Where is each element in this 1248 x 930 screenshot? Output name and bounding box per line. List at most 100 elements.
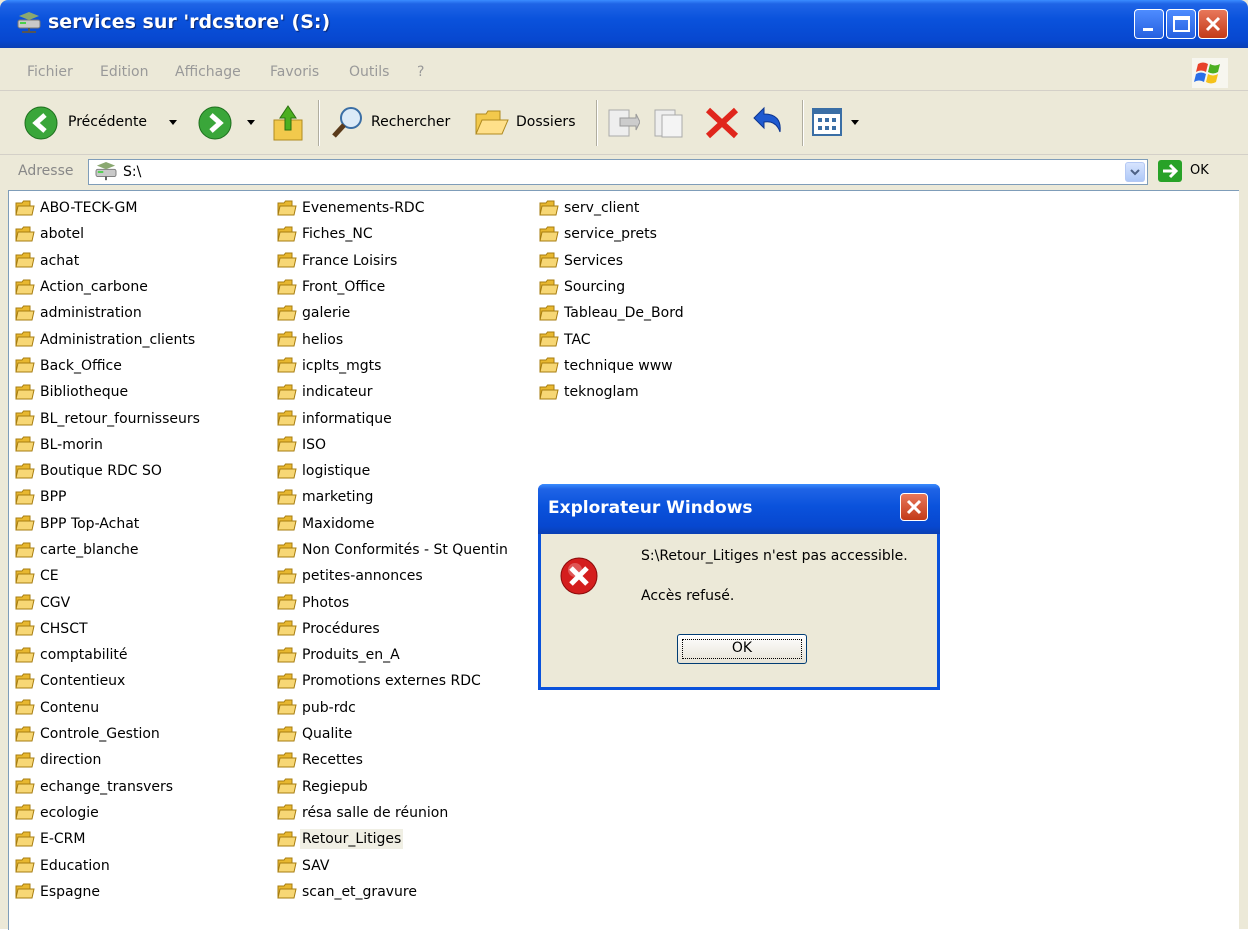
menu-fichier[interactable]: Fichier <box>27 64 73 80</box>
folder-item[interactable]: marketing <box>277 484 510 510</box>
folder-item[interactable]: carte_blanche <box>15 537 202 563</box>
go-button[interactable] <box>1158 160 1182 182</box>
forward-arrow-icon[interactable] <box>198 106 232 140</box>
move-to-icon[interactable] <box>606 106 640 140</box>
folder-item[interactable]: comptabilité <box>15 642 202 668</box>
folder-item[interactable]: Recettes <box>277 747 510 773</box>
folder-item[interactable]: Fiches_NC <box>277 221 510 247</box>
folder-item[interactable]: pub-rdc <box>277 695 510 721</box>
menu-favoris[interactable]: Favoris <box>270 64 319 80</box>
folder-item[interactable]: résa salle de réunion <box>277 800 510 826</box>
folder-item[interactable]: SAV <box>277 852 510 878</box>
delete-icon[interactable] <box>704 106 740 140</box>
folder-icon <box>15 726 35 742</box>
minimize-button[interactable] <box>1134 9 1164 39</box>
dialog-ok-button[interactable]: OK <box>677 634 807 664</box>
explorer-window: services sur 'rdcstore' (S:) Fichier Edi… <box>0 0 1248 930</box>
folder-item[interactable]: petites-annonces <box>277 563 510 589</box>
folder-item[interactable]: BPP Top-Achat <box>15 511 202 537</box>
folder-item[interactable]: Retour_Litiges <box>277 826 510 852</box>
title-bar[interactable]: services sur 'rdcstore' (S:) <box>0 0 1248 48</box>
folder-item[interactable]: E-CRM <box>15 826 202 852</box>
search-icon[interactable] <box>330 104 366 140</box>
folder-item[interactable]: direction <box>15 747 202 773</box>
folder-item[interactable]: Boutique RDC SO <box>15 458 202 484</box>
folder-item[interactable]: echange_transvers <box>15 774 202 800</box>
up-folder-icon[interactable] <box>272 104 306 142</box>
folder-item[interactable]: Espagne <box>15 879 202 905</box>
folder-item[interactable]: CE <box>15 563 202 589</box>
copy-to-icon[interactable] <box>652 106 686 140</box>
back-arrow-icon[interactable] <box>24 106 58 140</box>
folder-item[interactable]: icplts_mgts <box>277 353 510 379</box>
folder-item[interactable]: abotel <box>15 221 202 247</box>
folder-item[interactable]: Procédures <box>277 616 510 642</box>
folder-item[interactable]: indicateur <box>277 379 510 405</box>
folder-item[interactable]: CHSCT <box>15 616 202 642</box>
folder-item[interactable]: achat <box>15 248 202 274</box>
folder-item[interactable]: administration <box>15 300 202 326</box>
folder-item[interactable]: BPP <box>15 484 202 510</box>
folder-item[interactable]: ISO <box>277 432 510 458</box>
address-dropdown-button[interactable] <box>1125 162 1145 182</box>
folder-item[interactable]: CGV <box>15 589 202 615</box>
folder-item[interactable]: Maxidome <box>277 511 510 537</box>
folder-item[interactable]: scan_et_gravure <box>277 879 510 905</box>
folder-item[interactable]: Back_Office <box>15 353 202 379</box>
folder-item[interactable]: ABO-TECK-GM <box>15 195 202 221</box>
address-input[interactable]: S:\ <box>88 159 1148 185</box>
folder-item[interactable]: Qualite <box>277 721 510 747</box>
undo-icon[interactable] <box>750 104 790 140</box>
folder-icon <box>15 857 35 873</box>
folder-item[interactable]: Produits_en_A <box>277 642 510 668</box>
go-label[interactable]: OK <box>1190 163 1209 178</box>
folder-item[interactable]: Non Conformités - St Quentin <box>277 537 510 563</box>
folder-item[interactable]: BL-morin <box>15 432 202 458</box>
folder-item[interactable]: France Loisirs <box>277 248 510 274</box>
folder-item[interactable]: service_prets <box>539 221 686 247</box>
folder-item[interactable]: logistique <box>277 458 510 484</box>
folder-item[interactable]: Promotions externes RDC <box>277 668 510 694</box>
folder-item[interactable]: Services <box>539 248 686 274</box>
folder-item[interactable]: informatique <box>277 405 510 431</box>
folder-item[interactable]: helios <box>277 326 510 352</box>
folder-column-1: ABO-TECK-GM abotel achat Action_carbone admi… <box>15 195 202 905</box>
menu-outils[interactable]: Outils <box>349 64 389 80</box>
folder-item[interactable]: Photos <box>277 589 510 615</box>
maximize-button[interactable] <box>1166 9 1196 39</box>
folder-item[interactable]: technique www <box>539 353 686 379</box>
chevron-down-icon[interactable] <box>168 119 178 127</box>
chevron-down-icon[interactable] <box>850 119 860 127</box>
menu-edition[interactable]: Edition <box>100 64 148 80</box>
folder-item[interactable]: Sourcing <box>539 274 686 300</box>
folder-item[interactable]: Action_carbone <box>15 274 202 300</box>
folder-item[interactable]: galerie <box>277 300 510 326</box>
menu-help[interactable]: ? <box>417 64 424 80</box>
folder-item[interactable]: Tableau_De_Bord <box>539 300 686 326</box>
folder-item[interactable]: Controle_Gestion <box>15 721 202 747</box>
folder-item[interactable]: Education <box>15 852 202 878</box>
close-button[interactable] <box>1198 9 1228 39</box>
dialog-title-bar[interactable]: Explorateur Windows <box>538 484 940 534</box>
folder-item[interactable]: Contentieux <box>15 668 202 694</box>
folder-item[interactable]: ecologie <box>15 800 202 826</box>
error-icon <box>560 557 598 595</box>
folder-item[interactable]: serv_client <box>539 195 686 221</box>
chevron-down-icon[interactable] <box>246 119 256 127</box>
folder-item[interactable]: BL_retour_fournisseurs <box>15 405 202 431</box>
folder-item[interactable]: Administration_clients <box>15 326 202 352</box>
folders-icon[interactable] <box>474 106 510 138</box>
views-icon[interactable] <box>812 106 844 138</box>
folder-item[interactable]: Bibliotheque <box>15 379 202 405</box>
search-button[interactable]: Rechercher <box>371 114 450 130</box>
folder-item[interactable]: Contenu <box>15 695 202 721</box>
folder-item[interactable]: Regiepub <box>277 774 510 800</box>
dialog-close-button[interactable] <box>900 493 928 521</box>
menu-affichage[interactable]: Affichage <box>175 64 241 80</box>
folder-item[interactable]: Evenements-RDC <box>277 195 510 221</box>
back-button[interactable]: Précédente <box>68 114 147 130</box>
folders-button[interactable]: Dossiers <box>516 114 576 130</box>
folder-item[interactable]: Front_Office <box>277 274 510 300</box>
folder-item[interactable]: TAC <box>539 326 686 352</box>
folder-item[interactable]: teknoglam <box>539 379 686 405</box>
